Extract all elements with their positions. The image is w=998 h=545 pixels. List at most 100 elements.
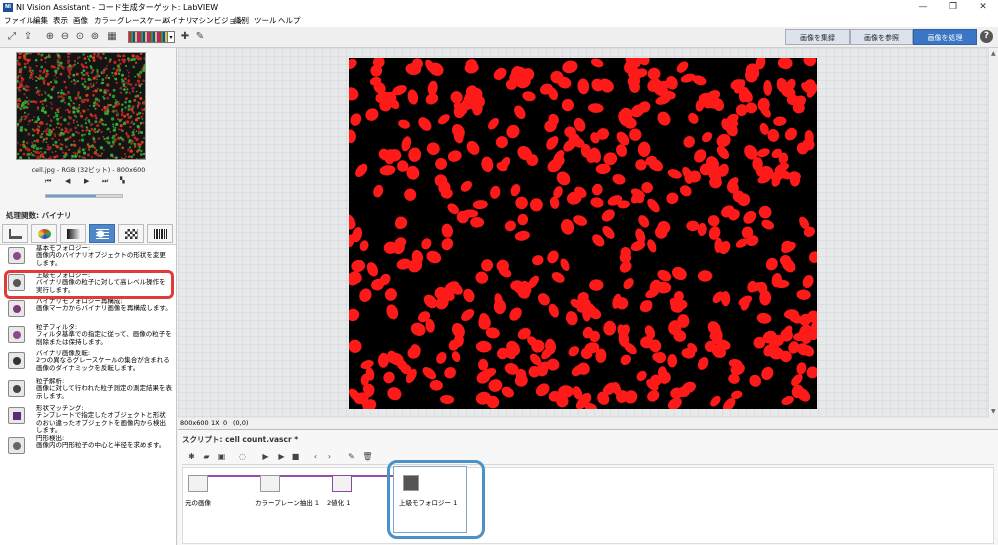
- browse-images-button[interactable]: 画像を参照: [850, 29, 913, 45]
- pan-icon[interactable]: ▦: [106, 31, 118, 43]
- thumbnail-dot: [130, 149, 133, 153]
- thumbnail-dot: [30, 145, 34, 148]
- thumbnail-dot: [118, 128, 120, 131]
- thumbnail-dot: [81, 82, 85, 86]
- stop-icon[interactable]: ■: [290, 451, 301, 462]
- scroll-up-icon[interactable]: ▲: [991, 50, 996, 57]
- zoom-in-icon[interactable]: ⊕: [44, 31, 56, 43]
- list-item[interactable]: バイナリモフォロジー再構成: 画像マーカからバイナリ画像を再構成します。: [0, 298, 176, 326]
- particle: [461, 308, 475, 322]
- next-image-icon[interactable]: ▶: [84, 177, 89, 185]
- particle: [568, 346, 580, 357]
- zoom-out-icon[interactable]: ⊖: [59, 31, 71, 43]
- menu-image[interactable]: 画像: [73, 15, 88, 27]
- thumbnail-dot: [131, 134, 134, 137]
- zoom-1x-icon[interactable]: ⊚: [89, 31, 101, 43]
- thumbnail-dot: [93, 130, 96, 133]
- thumbnail-dot: [54, 135, 56, 137]
- comment-icon[interactable]: ◌: [237, 451, 248, 462]
- tab-binary[interactable]: [89, 224, 115, 243]
- collect-images-button[interactable]: 画像を集録: [785, 29, 850, 45]
- thumbnail-dot: [121, 73, 124, 77]
- menu-help[interactable]: ヘルプ: [278, 15, 301, 27]
- thumbnail-dot: [59, 123, 63, 126]
- menu-tools[interactable]: ツール: [254, 15, 277, 27]
- particle: [349, 129, 356, 144]
- processed-image[interactable]: [349, 58, 817, 409]
- list-item[interactable]: 円形検出: 画像内の円形粒子の中心と半径を求めます。: [0, 435, 176, 463]
- list-item[interactable]: 粒子フィルタ: フィルタ基準での指定に従って、画像の粒子を削除または保持します。: [0, 324, 176, 352]
- open-folder-icon[interactable]: ▰: [201, 451, 212, 462]
- tab-image[interactable]: [2, 224, 28, 243]
- prev-image-icon[interactable]: ◀: [65, 177, 70, 185]
- step-back-icon[interactable]: ‹: [310, 451, 321, 462]
- first-image-icon[interactable]: ⏮: [45, 177, 51, 186]
- chevron-down-icon[interactable]: ▾: [168, 31, 175, 43]
- run-icon[interactable]: ▶: [276, 451, 287, 462]
- last-image-icon[interactable]: ⏭: [102, 177, 108, 186]
- particle: [475, 340, 492, 353]
- zoom-fit-icon[interactable]: ⊙: [74, 31, 86, 43]
- list-item[interactable]: 粒子解析: 画像に対して行われた粒子測定の測定結果を表示します。: [0, 378, 176, 406]
- process-images-button[interactable]: 画像を処理: [913, 29, 977, 45]
- thumbnail-dot: [53, 133, 57, 136]
- thumbnail-dot: [110, 153, 114, 157]
- thumbnail-dot: [112, 67, 115, 70]
- thumbnail-dot: [72, 73, 76, 77]
- menu-binary[interactable]: バイナリ: [163, 15, 193, 27]
- menu-view[interactable]: 表示: [53, 15, 68, 27]
- thumbnail-dot: [115, 109, 118, 112]
- palette-selector[interactable]: [128, 31, 168, 43]
- roi-point-icon[interactable]: ✚: [179, 31, 191, 43]
- help-icon[interactable]: ?: [980, 30, 993, 43]
- delete-step-icon[interactable]: 🗑: [362, 451, 373, 462]
- tab-machine-vision[interactable]: [118, 224, 144, 243]
- close-button[interactable]: ✕: [968, 0, 998, 15]
- particle: [517, 213, 529, 226]
- step-forward-icon[interactable]: ›: [324, 451, 335, 462]
- thumbnail-dot: [50, 107, 53, 110]
- pen-icon[interactable]: ✎: [194, 31, 206, 43]
- menu-color[interactable]: カラー: [94, 15, 117, 27]
- run-once-icon[interactable]: ▶: [260, 451, 271, 462]
- image-thumbnail[interactable]: [16, 52, 146, 160]
- list-item[interactable]: バイナリ画像反転: 2つの異なるグレースケールの集合が含まれる画像のダイナミック…: [0, 350, 176, 378]
- list-item[interactable]: 形状マッチング: テンプレートで指定したオブジェクトと形状のおい違ったオブジェク…: [0, 405, 176, 434]
- maximize-button[interactable]: ❐: [938, 0, 968, 15]
- thumbnail-dot: [17, 80, 19, 82]
- menu-grayscale[interactable]: グレースケール: [117, 15, 169, 27]
- tab-color[interactable]: [31, 224, 57, 243]
- image-slider[interactable]: [45, 194, 123, 198]
- browser-grid-icon[interactable]: ▚: [120, 177, 125, 184]
- particle: [562, 60, 578, 74]
- thumbnail-dot: [40, 120, 43, 124]
- particle: [509, 307, 522, 321]
- menu-file[interactable]: ファイル: [4, 15, 34, 27]
- menu-edit[interactable]: 編集: [33, 15, 48, 27]
- particle: [637, 141, 651, 157]
- thumbnail-dot: [18, 88, 22, 92]
- vertical-scrollbar[interactable]: ▲ ▼: [988, 48, 998, 418]
- list-item[interactable]: 基本モフォロジー: 画像内のバイナリオブジェクトの形状を変更します。: [0, 245, 176, 273]
- export-icon[interactable]: ⇪: [22, 31, 34, 43]
- thumbnail-dot: [128, 100, 132, 103]
- save-icon[interactable]: ▣: [216, 451, 227, 462]
- particle: [472, 200, 488, 210]
- thumbnail-dot: [96, 73, 99, 76]
- tab-grayscale[interactable]: [60, 224, 86, 243]
- new-script-icon[interactable]: ✱: [186, 451, 197, 462]
- thumbnail-dot: [44, 57, 47, 60]
- thumbnail-dot: [39, 136, 42, 139]
- tab-identification[interactable]: [147, 224, 173, 243]
- menu-identification[interactable]: 識別: [234, 15, 249, 27]
- thumbnail-dot: [19, 148, 23, 152]
- acquire-icon[interactable]: ⤢: [6, 31, 18, 43]
- thumbnail-dot: [74, 60, 76, 63]
- scroll-down-icon[interactable]: ▼: [991, 408, 996, 415]
- edit-step-icon[interactable]: ✎: [346, 451, 357, 462]
- particle: [679, 185, 692, 197]
- thumbnail-caption: cell.jpg - RGB (32ビット) - 800x600: [31, 166, 146, 174]
- minimize-button[interactable]: —: [908, 0, 938, 15]
- thumbnail-dot: [78, 104, 81, 106]
- thumbnail-dot: [39, 100, 43, 103]
